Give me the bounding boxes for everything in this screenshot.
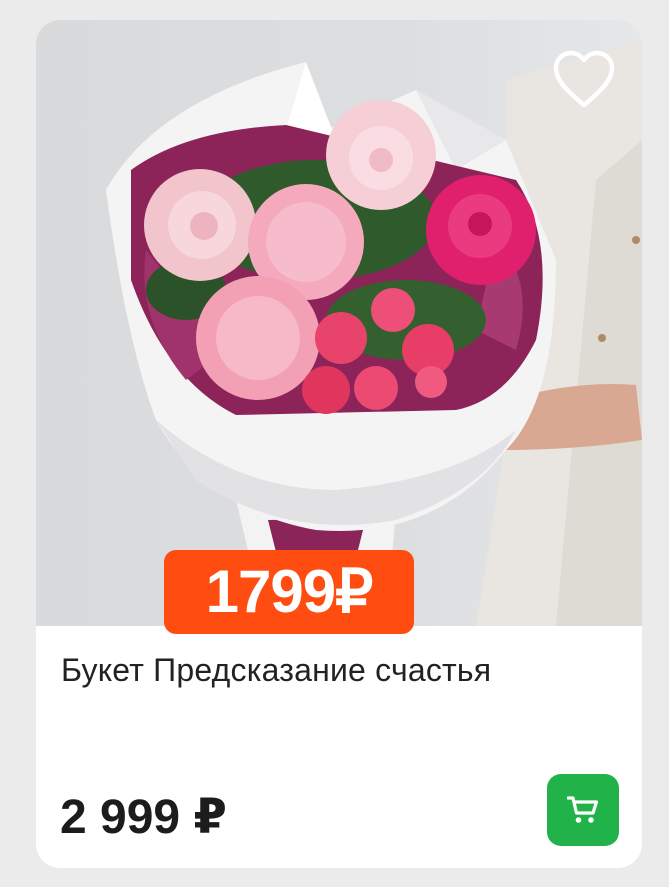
product-title[interactable]: Букет Предсказание счастья [61, 650, 621, 690]
product-price: 2 999 ₽ [60, 791, 227, 844]
shopping-cart-icon [567, 796, 599, 823]
add-to-cart-button[interactable] [547, 774, 619, 846]
bouquet-image [106, 40, 642, 626]
favorite-button[interactable] [552, 50, 616, 110]
heart-outline-icon [553, 50, 615, 108]
product-photo[interactable] [36, 20, 642, 626]
product-card[interactable]: 1799₽ Букет Предсказание счастья 2 999 ₽ [36, 20, 642, 868]
promo-price-badge: 1799₽ [164, 550, 414, 634]
